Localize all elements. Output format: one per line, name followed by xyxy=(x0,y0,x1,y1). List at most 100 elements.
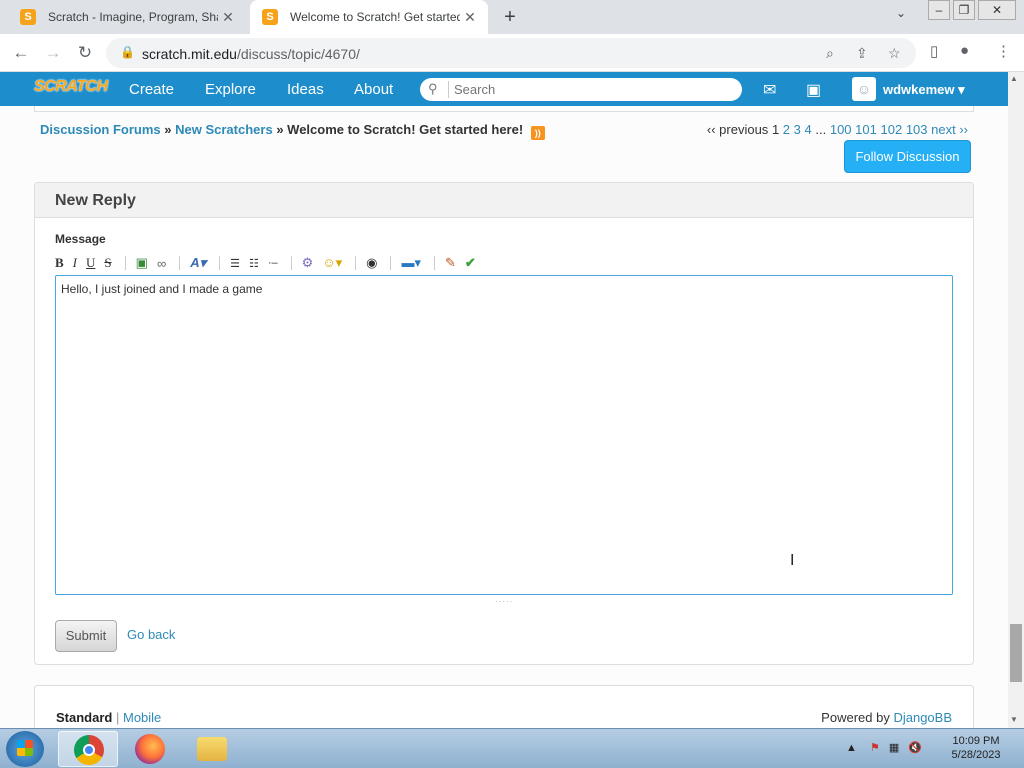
strikethrough-icon[interactable]: S xyxy=(104,255,111,271)
username-label: wdwkemew xyxy=(883,82,955,97)
pager-link[interactable]: 2 xyxy=(783,122,790,137)
message-textarea[interactable]: Hello, I just joined and I made a game xyxy=(55,275,953,595)
nav-ideas[interactable]: Ideas xyxy=(287,81,324,98)
taskbar-file-explorer[interactable] xyxy=(182,731,242,767)
username-menu[interactable]: wdwkemew ▾ xyxy=(883,82,965,98)
taskbar-firefox[interactable] xyxy=(120,731,180,767)
pager-link[interactable]: 102 xyxy=(881,122,903,137)
pager-link[interactable]: 4 xyxy=(805,122,812,137)
close-tab-icon[interactable]: ✕ xyxy=(460,9,480,26)
pager-link[interactable]: 103 xyxy=(906,122,928,137)
back-arrow-icon[interactable]: ← xyxy=(10,42,32,64)
forward-arrow-icon[interactable]: → xyxy=(42,42,64,64)
mobile-link[interactable]: Mobile xyxy=(123,710,161,725)
close-window-button[interactable]: ✕ xyxy=(978,0,1016,20)
clean-icon[interactable]: ✎ xyxy=(445,255,456,271)
powered-by-label: Powered by xyxy=(821,710,890,725)
toolbar-divider xyxy=(390,256,392,270)
scroll-down-icon[interactable]: ▼ xyxy=(1010,715,1018,724)
new-reply-panel: New Reply Message B I U S ▣ ∞ A▾ ☰ ☷ ·– … xyxy=(34,182,974,665)
font-color-icon[interactable]: A▾ xyxy=(190,255,206,271)
toolbar-divider xyxy=(219,256,221,270)
url-host: scratch.mit.edu xyxy=(142,46,237,62)
bookmark-star-icon[interactable]: ☆ xyxy=(888,45,901,62)
pager-link[interactable]: 101 xyxy=(855,122,877,137)
tab-scratch-home[interactable]: S Scratch - Imagine, Program, Shar ✕ xyxy=(8,0,246,34)
tab-welcome[interactable]: S Welcome to Scratch! Get started ✕ xyxy=(250,0,488,34)
start-button[interactable] xyxy=(6,731,44,767)
image-icon[interactable]: ▣ xyxy=(136,255,148,271)
go-back-link[interactable]: Go back xyxy=(127,627,175,642)
pagination: ‹‹ previous 1 2 3 4 ... 100 101 102 103 … xyxy=(707,122,968,137)
scratch-logo[interactable]: SCRATCH xyxy=(34,78,108,100)
show-hidden-icons-icon[interactable]: ▲ xyxy=(846,742,857,754)
globe-icon[interactable]: ◉ xyxy=(366,255,377,271)
preview-icon[interactable]: ✔ xyxy=(465,255,476,271)
toolbar-divider xyxy=(434,256,436,270)
search-icon: ⚲ xyxy=(428,81,438,96)
smiley-icon[interactable]: ☺▾ xyxy=(322,255,342,271)
search-icon[interactable]: ⌕ xyxy=(826,45,834,62)
menu-kebab-icon[interactable]: ⋮ xyxy=(996,42,1011,60)
pager-previous: ‹‹ previous xyxy=(706,122,769,137)
bold-icon[interactable]: B xyxy=(55,255,64,271)
search-input[interactable] xyxy=(448,81,728,98)
action-center-flag-icon[interactable]: ⚑ xyxy=(870,742,880,754)
submit-button[interactable]: Submit xyxy=(55,620,117,652)
scroll-up-icon[interactable]: ▲ xyxy=(1010,74,1018,83)
address-bar[interactable]: 🔒 scratch.mit.edu/discuss/topic/4670/ ⌕ … xyxy=(106,38,916,68)
lock-icon[interactable]: 🔒 xyxy=(120,45,135,59)
code-icon[interactable]: ▬▾ xyxy=(401,255,421,271)
list-item-icon[interactable]: ·– xyxy=(268,257,278,269)
view-mode: Standard | Mobile xyxy=(56,710,161,725)
pager-current: 1 xyxy=(771,122,780,137)
pager-link[interactable]: 100 xyxy=(830,122,852,137)
close-tab-icon[interactable]: ✕ xyxy=(218,9,238,26)
nav-about[interactable]: About xyxy=(354,81,393,98)
avatar[interactable]: ☺ xyxy=(852,77,876,101)
volume-muted-icon[interactable]: 🔇 xyxy=(908,742,922,754)
breadcrumb-forums-link[interactable]: Discussion Forums xyxy=(40,122,161,137)
minimize-button[interactable]: – xyxy=(928,0,950,20)
numbered-list-icon[interactable]: ☷ xyxy=(249,257,259,270)
messages-envelope-icon[interactable]: ✉ xyxy=(763,80,776,100)
restore-button[interactable]: ❐ xyxy=(953,0,975,20)
breadcrumb-category-link[interactable]: New Scratchers xyxy=(175,122,273,137)
pager-next[interactable]: next ›› xyxy=(931,122,968,137)
nav-create[interactable]: Create xyxy=(129,81,174,98)
reply-header: New Reply xyxy=(35,183,973,218)
my-stuff-folder-icon[interactable]: ▣ xyxy=(806,80,821,100)
bulleted-list-icon[interactable]: ☰ xyxy=(230,257,240,270)
nav-explore[interactable]: Explore xyxy=(205,81,256,98)
new-tab-button[interactable]: + xyxy=(498,5,522,29)
djangobb-link[interactable]: DjangoBB xyxy=(893,710,952,725)
folder-icon xyxy=(197,737,227,761)
rss-feed-icon[interactable]: )) xyxy=(530,126,545,140)
pager-link[interactable]: 3 xyxy=(794,122,801,137)
clock[interactable]: 10:09 PM 5/28/2023 xyxy=(946,734,1006,762)
breadcrumb-separator: » xyxy=(276,122,284,137)
italic-icon[interactable]: I xyxy=(73,255,77,271)
taskbar-chrome[interactable] xyxy=(58,731,118,767)
system-tray: ▲ ⚑ ▦ 🔇 xyxy=(846,741,922,754)
resize-grip-icon[interactable]: ····· xyxy=(495,597,513,606)
underline-icon[interactable]: U xyxy=(86,255,95,271)
footer-separator: | xyxy=(115,710,120,725)
share-icon[interactable]: ⇪ xyxy=(856,45,868,62)
page-content: Discussion Forums » New Scratchers » Wel… xyxy=(0,106,1008,728)
network-icon[interactable]: ▦ xyxy=(889,742,899,754)
reload-icon[interactable]: ↻ xyxy=(74,42,96,64)
sidebar-icon[interactable]: ▯ xyxy=(930,42,938,60)
toolbar-divider xyxy=(290,256,292,270)
profile-icon[interactable]: ● xyxy=(960,42,969,59)
scratch-favicon-icon: S xyxy=(20,9,36,25)
scratch-search: ⚲ xyxy=(420,78,742,101)
forum-footer: Standard | Mobile Powered by DjangoBB xyxy=(34,685,974,728)
follow-discussion-button[interactable]: Follow Discussion xyxy=(844,140,971,173)
breadcrumb: Discussion Forums » New Scratchers » Wel… xyxy=(40,122,545,140)
link-icon[interactable]: ∞ xyxy=(157,256,166,271)
tab-search-chevron-icon[interactable]: ⌄ xyxy=(896,6,906,20)
scroll-thumb[interactable] xyxy=(1010,624,1022,682)
page-scrollbar[interactable]: ▲ ▼ xyxy=(1008,72,1024,728)
scratchblocks-icon[interactable]: ⚙ xyxy=(302,255,314,271)
